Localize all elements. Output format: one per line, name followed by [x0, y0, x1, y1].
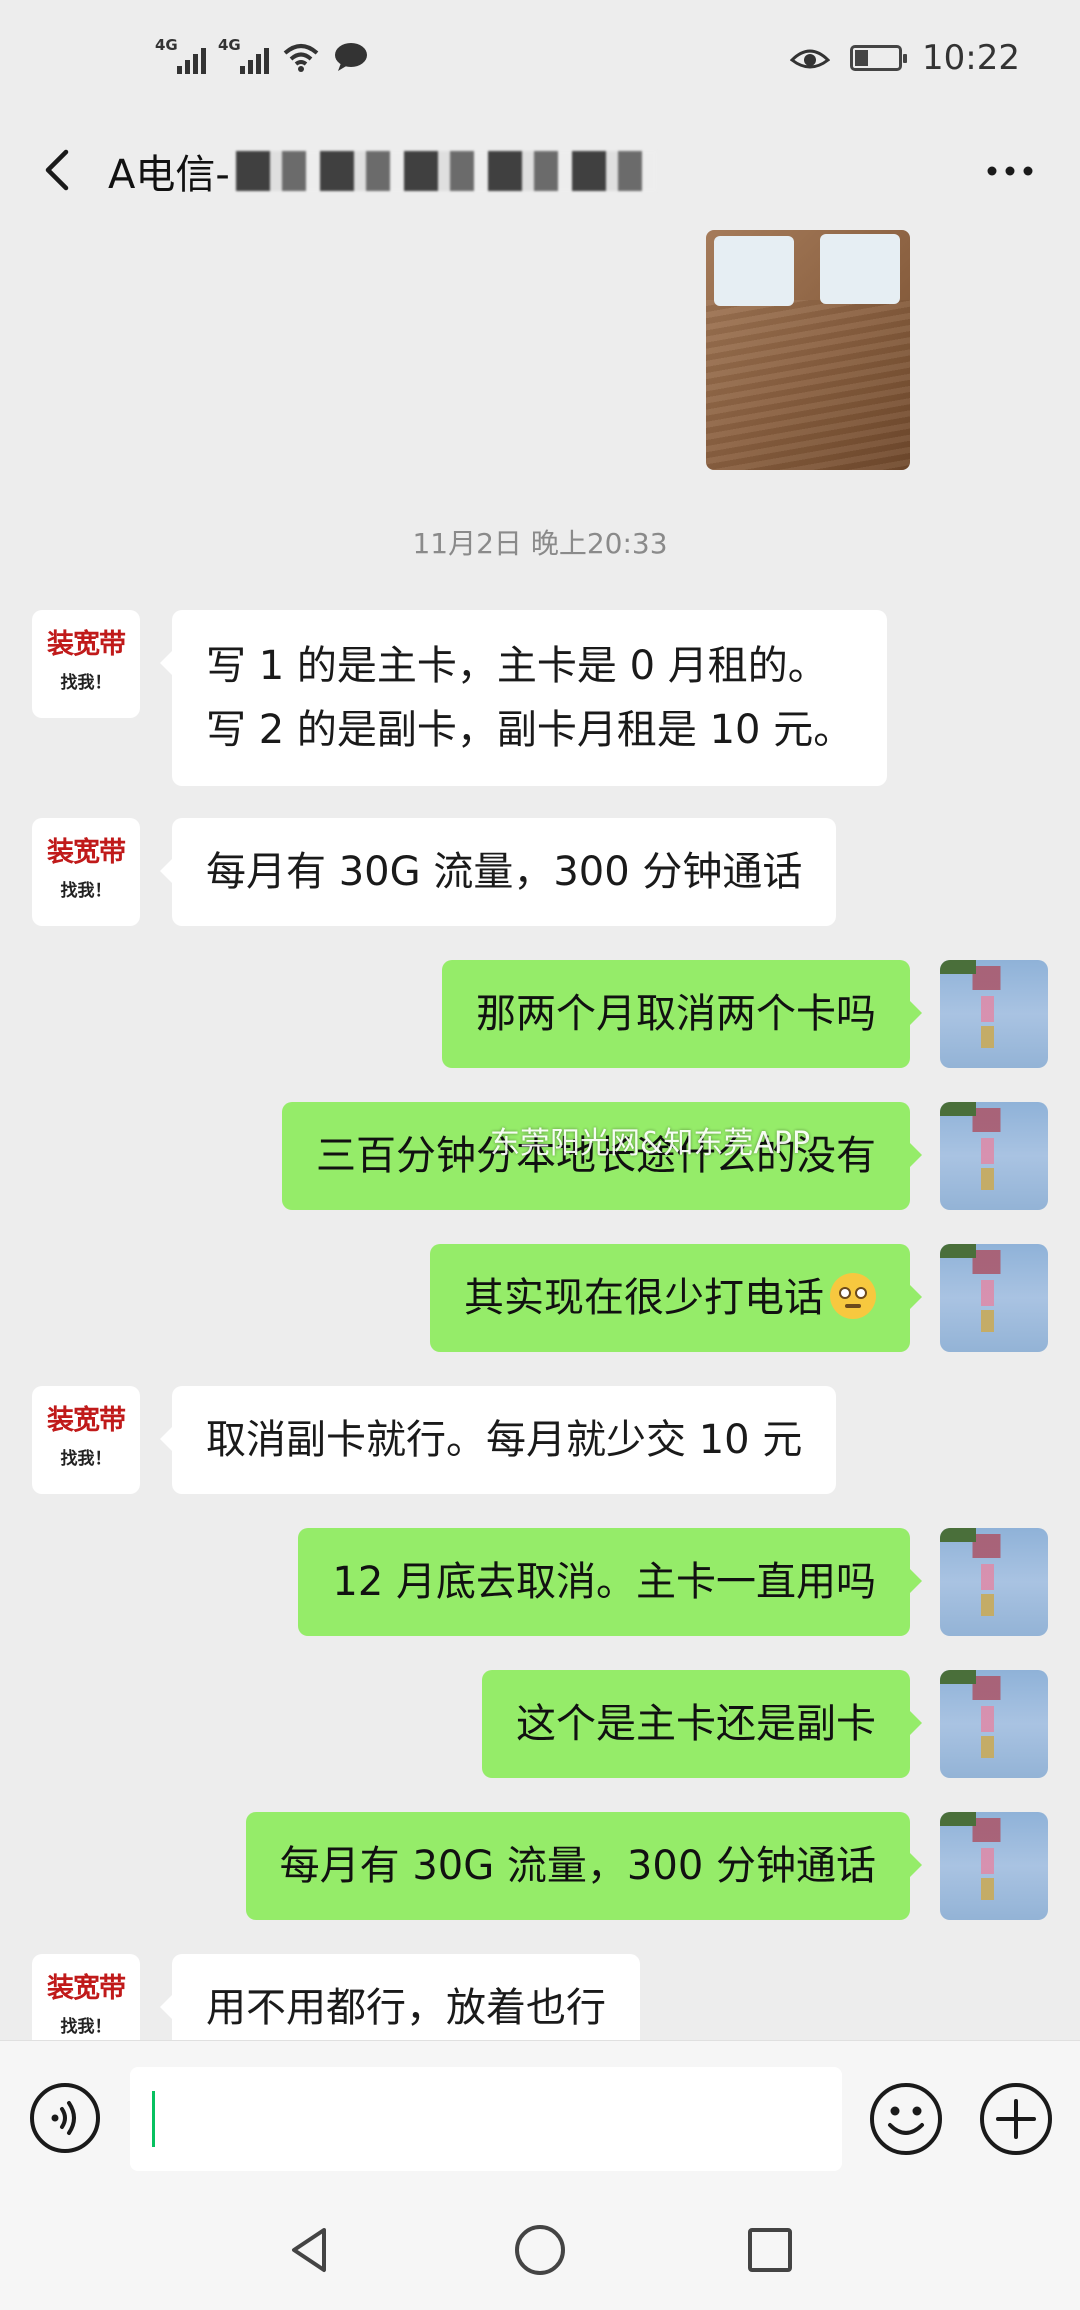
- photo-message[interactable]: [706, 230, 910, 470]
- message-timestamp: 11月2日 晚上20:33: [412, 527, 668, 560]
- signal-icon: 4G: [218, 36, 269, 74]
- message-row: 这个是主卡还是副卡: [0, 1670, 1080, 1778]
- contact-avatar[interactable]: 装宽带 找我！: [32, 1386, 140, 1494]
- message-row: 其实现在很少打电话: [0, 1244, 1080, 1352]
- message-bubble[interactable]: 每月有 30G 流量，300 分钟通话: [159, 818, 837, 926]
- network-type: 4G: [218, 36, 241, 54]
- input-bar: [0, 2040, 1080, 2196]
- battery-icon: [850, 45, 908, 71]
- system-nav-bar: [0, 2196, 1080, 2310]
- back-triangle-icon[interactable]: [278, 2218, 342, 2282]
- message-bubble[interactable]: 每月有 30G 流量，300 分钟通话: [245, 1812, 923, 1920]
- user-avatar[interactable]: [940, 1102, 1048, 1210]
- message-bubble[interactable]: 取消副卡就行。每月就少交 10 元: [159, 1386, 837, 1494]
- plus-icon[interactable]: [978, 2081, 1054, 2157]
- message-row: 每月有 30G 流量，300 分钟通话: [0, 1812, 1080, 1920]
- eye-comfort-icon: [790, 49, 831, 69]
- message-row: 装宽带 找我！ 取消副卡就行。每月就少交 10 元: [0, 1386, 1080, 1494]
- user-avatar[interactable]: [940, 1670, 1048, 1778]
- message-bubble[interactable]: 写 1 的是主卡，主卡是 0 月租的。 写 2 的是副卡，副卡月租是 10 元。: [159, 610, 888, 786]
- watermark-text: 东莞阳光网&知东莞APP: [490, 1126, 811, 1161]
- emoji-icon[interactable]: [868, 2081, 944, 2157]
- contact-avatar[interactable]: 装宽带 找我！: [32, 610, 140, 718]
- message-text-line: 写 1 的是主卡，主卡是 0 月租的。: [206, 643, 828, 689]
- status-left: 4G 4G: [155, 36, 369, 74]
- message-row: 12 月底去取消。主卡一直用吗: [0, 1528, 1080, 1636]
- message-row: 那两个月取消两个卡吗: [0, 960, 1080, 1068]
- wifi-icon: [283, 44, 319, 72]
- message-input[interactable]: [130, 2067, 842, 2171]
- voice-icon[interactable]: [28, 2081, 102, 2155]
- back-arrow-icon[interactable]: [32, 142, 88, 198]
- message-text: 其实现在很少打电话: [464, 1275, 824, 1321]
- user-avatar[interactable]: [940, 960, 1048, 1068]
- sim-card-image: [714, 236, 794, 306]
- pleading-face-emoji-icon: [830, 1273, 876, 1319]
- message-notification-icon: [335, 43, 367, 71]
- message-row: 装宽带 找我！ 每月有 30G 流量，300 分钟通话: [0, 818, 1080, 926]
- message-text-line: 写 2 的是副卡，副卡月租是 10 元。: [206, 707, 854, 753]
- user-avatar[interactable]: [940, 1528, 1048, 1636]
- redacted-name: [235, 151, 656, 191]
- message-bubble[interactable]: 那两个月取消两个卡吗: [442, 960, 922, 1068]
- sim-card-image: [820, 234, 900, 304]
- message-bubble[interactable]: 这个是主卡还是副卡: [482, 1670, 922, 1778]
- chat-title-text: A电信-: [108, 152, 230, 198]
- text-cursor: [152, 2091, 155, 2147]
- message-bubble[interactable]: 12 月底去取消。主卡一直用吗: [298, 1528, 922, 1636]
- status-bar: 4G 4G 10:22: [0, 0, 1080, 120]
- status-right: 10:22: [790, 38, 1020, 78]
- chat-title: A电信-: [108, 142, 656, 200]
- recents-square-icon[interactable]: [738, 2218, 802, 2282]
- user-avatar[interactable]: [940, 1244, 1048, 1352]
- more-options-icon[interactable]: [980, 146, 1040, 196]
- message-row: 装宽带 找我！ 写 1 的是主卡，主卡是 0 月租的。 写 2 的是副卡，副卡月…: [0, 610, 1080, 786]
- home-circle-icon[interactable]: [508, 2218, 572, 2282]
- network-type: 4G: [155, 36, 178, 54]
- signal-icon: 4G: [155, 36, 206, 74]
- user-avatar[interactable]: [940, 1812, 1048, 1920]
- title-bar: A电信-: [0, 120, 1080, 220]
- contact-avatar[interactable]: 装宽带 找我！: [32, 818, 140, 926]
- message-bubble[interactable]: 其实现在很少打电话: [430, 1244, 922, 1352]
- status-time: 10:22: [922, 38, 1020, 78]
